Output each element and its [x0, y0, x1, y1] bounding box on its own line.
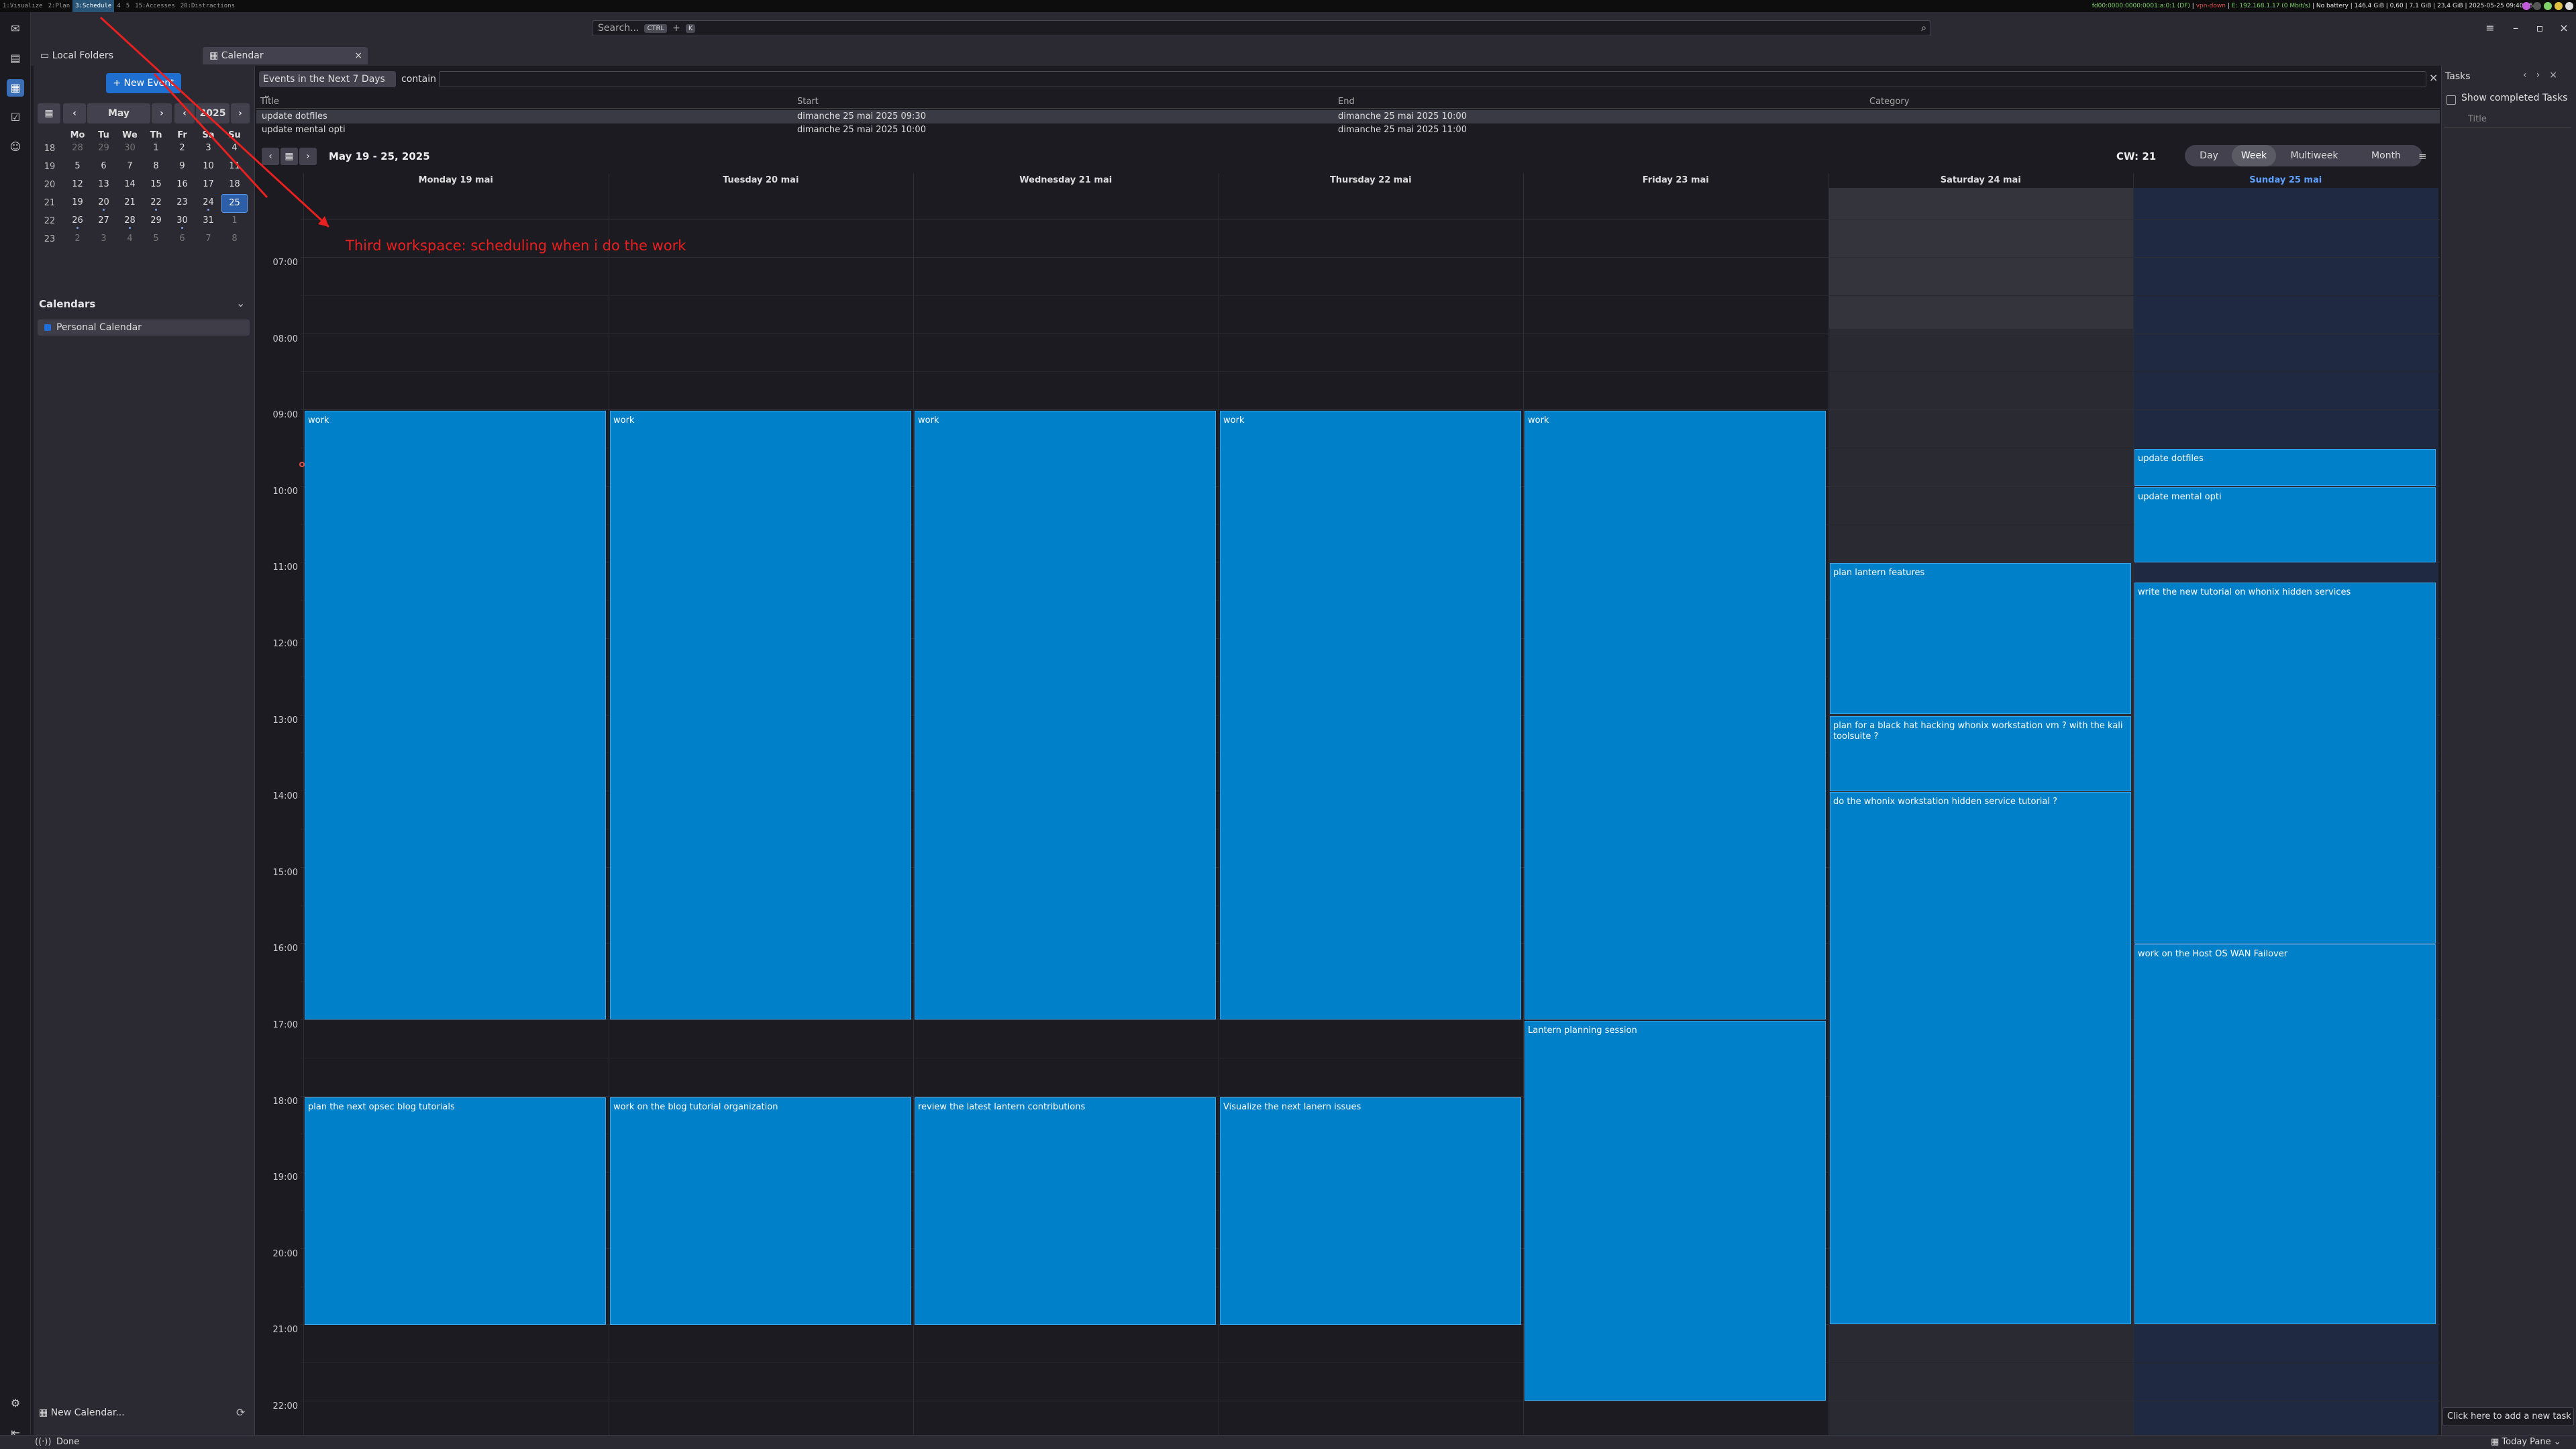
- annotation-arrow: [99, 16, 330, 228]
- show-completed-checkbox[interactable]: [2446, 95, 2456, 105]
- today-pane-label: Today Pane: [2502, 1437, 2551, 1447]
- close-icon[interactable]: ×: [2549, 70, 2567, 81]
- status-bar: [0, 1435, 2576, 1449]
- status-text: Done: [56, 1437, 80, 1447]
- today-pane-toggle[interactable]: ▦ Today Pane ⌄: [2491, 1437, 2561, 1447]
- next-icon[interactable]: ›: [2536, 70, 2550, 81]
- tasks-nav: ‹›×: [2523, 70, 2567, 81]
- prev-icon[interactable]: ‹: [2523, 70, 2536, 81]
- show-completed-label: Show completed Tasks: [2461, 93, 2568, 103]
- tasks-pane: [2441, 66, 2576, 1435]
- add-task-input[interactable]: Click here to add a new task: [2442, 1407, 2574, 1426]
- tasks-title: Tasks: [2445, 71, 2471, 82]
- connection-icon[interactable]: ((·)): [35, 1437, 51, 1447]
- annotation-arrow: [153, 72, 268, 199]
- tasks-column-title[interactable]: Title: [2444, 114, 2571, 128]
- annotation-arrows: [99, 16, 330, 228]
